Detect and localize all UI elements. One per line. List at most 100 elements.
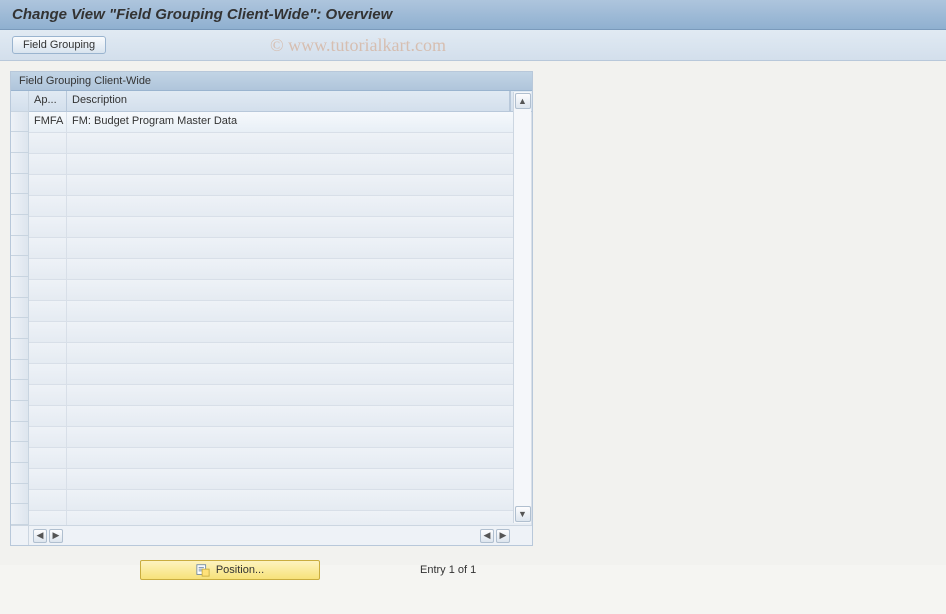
row-selector[interactable] xyxy=(11,174,29,195)
table-row[interactable] xyxy=(29,301,532,322)
cell-app[interactable] xyxy=(29,490,67,510)
cell-description[interactable] xyxy=(67,154,532,174)
row-selector[interactable] xyxy=(11,215,29,236)
table-panel: Field Grouping Client-Wide Ap... Descrip… xyxy=(10,71,533,546)
cell-app[interactable] xyxy=(29,343,67,363)
cell-app[interactable] xyxy=(29,217,67,237)
position-button-label: Position... xyxy=(216,564,264,576)
cell-description[interactable] xyxy=(67,343,532,363)
cell-app[interactable] xyxy=(29,427,67,447)
table-row[interactable] xyxy=(29,259,532,280)
scroll-right-end-arrow-icon[interactable]: ▶ xyxy=(496,529,510,543)
cell-app[interactable] xyxy=(29,301,67,321)
table-row[interactable] xyxy=(29,490,532,511)
row-selector-header[interactable] xyxy=(11,91,29,112)
cell-description[interactable] xyxy=(67,175,532,195)
cell-app[interactable] xyxy=(29,196,67,216)
row-selector[interactable] xyxy=(11,442,29,463)
cell-description[interactable] xyxy=(67,469,532,489)
row-selector-column xyxy=(11,91,29,525)
scroll-track[interactable] xyxy=(514,110,531,505)
row-selector[interactable] xyxy=(11,339,29,360)
cell-app[interactable] xyxy=(29,280,67,300)
row-selector[interactable] xyxy=(11,194,29,215)
cell-description[interactable] xyxy=(67,301,532,321)
table-row[interactable] xyxy=(29,133,532,154)
cell-app[interactable] xyxy=(29,175,67,195)
cell-description[interactable] xyxy=(67,238,532,258)
cell-app[interactable] xyxy=(29,385,67,405)
table-row[interactable] xyxy=(29,322,532,343)
row-selector[interactable] xyxy=(11,360,29,381)
cell-description[interactable] xyxy=(67,364,532,384)
row-selector[interactable] xyxy=(11,401,29,422)
scroll-up-arrow-icon[interactable]: ▲ xyxy=(515,93,531,109)
table-row[interactable] xyxy=(29,448,532,469)
table-row[interactable] xyxy=(29,406,532,427)
cell-app[interactable] xyxy=(29,154,67,174)
cell-app[interactable] xyxy=(29,448,67,468)
row-selector[interactable] xyxy=(11,380,29,401)
hscroll-right-group: ◀ ▶ xyxy=(476,529,514,543)
row-selector[interactable] xyxy=(11,318,29,339)
table-row[interactable] xyxy=(29,238,532,259)
cell-description[interactable] xyxy=(67,259,532,279)
scroll-down-arrow-icon[interactable]: ▼ xyxy=(515,506,531,522)
row-selector[interactable] xyxy=(11,256,29,277)
row-selector[interactable] xyxy=(11,422,29,443)
vertical-scrollbar[interactable]: ▲ ▼ xyxy=(513,92,531,523)
cell-app[interactable] xyxy=(29,469,67,489)
cell-app[interactable] xyxy=(29,238,67,258)
field-grouping-button[interactable]: Field Grouping xyxy=(12,36,106,54)
cell-app[interactable] xyxy=(29,259,67,279)
row-selector[interactable] xyxy=(11,504,29,525)
row-selector[interactable] xyxy=(11,484,29,505)
row-selector[interactable] xyxy=(11,463,29,484)
table-row[interactable] xyxy=(29,175,532,196)
column-header-app[interactable]: Ap... xyxy=(29,91,67,111)
cell-description[interactable] xyxy=(67,196,532,216)
table-row[interactable] xyxy=(29,343,532,364)
cell-description[interactable] xyxy=(67,406,532,426)
table-row[interactable] xyxy=(29,280,532,301)
table-row[interactable] xyxy=(29,154,532,175)
table-row[interactable] xyxy=(29,364,532,385)
row-selector[interactable] xyxy=(11,236,29,257)
table-row[interactable] xyxy=(29,511,532,525)
cell-app[interactable] xyxy=(29,406,67,426)
cell-description[interactable] xyxy=(67,511,532,525)
cell-app[interactable] xyxy=(29,133,67,153)
row-selector[interactable] xyxy=(11,132,29,153)
table-wrap: Ap... Description FMFAFM: Budget Program… xyxy=(11,91,532,525)
table-row[interactable] xyxy=(29,427,532,448)
cell-description[interactable] xyxy=(67,280,532,300)
hscroll-spacer xyxy=(11,526,29,545)
table-row[interactable]: FMFAFM: Budget Program Master Data xyxy=(29,112,532,133)
table-row[interactable] xyxy=(29,217,532,238)
table-row[interactable] xyxy=(29,469,532,490)
table-row[interactable] xyxy=(29,196,532,217)
cell-description[interactable] xyxy=(67,490,532,510)
cell-app[interactable]: FMFA xyxy=(29,112,67,132)
cell-app[interactable] xyxy=(29,511,67,525)
position-button[interactable]: Position... xyxy=(140,560,320,580)
row-selector[interactable] xyxy=(11,153,29,174)
scroll-left-arrow-icon[interactable]: ◀ xyxy=(33,529,47,543)
cell-description[interactable] xyxy=(67,322,532,342)
cell-app[interactable] xyxy=(29,322,67,342)
cell-app[interactable] xyxy=(29,364,67,384)
cell-description[interactable] xyxy=(67,385,532,405)
scroll-left-end-arrow-icon[interactable]: ◀ xyxy=(480,529,494,543)
row-selector[interactable] xyxy=(11,112,29,133)
cell-description[interactable] xyxy=(67,133,532,153)
column-header-description[interactable]: Description xyxy=(67,91,510,111)
cell-description[interactable] xyxy=(67,427,532,447)
title-bar: Change View "Field Grouping Client-Wide"… xyxy=(0,0,946,30)
table-row[interactable] xyxy=(29,385,532,406)
cell-description[interactable] xyxy=(67,448,532,468)
row-selector[interactable] xyxy=(11,298,29,319)
scroll-right-arrow-icon[interactable]: ▶ xyxy=(49,529,63,543)
row-selector[interactable] xyxy=(11,277,29,298)
cell-description[interactable] xyxy=(67,217,532,237)
cell-description[interactable]: FM: Budget Program Master Data xyxy=(67,112,532,132)
